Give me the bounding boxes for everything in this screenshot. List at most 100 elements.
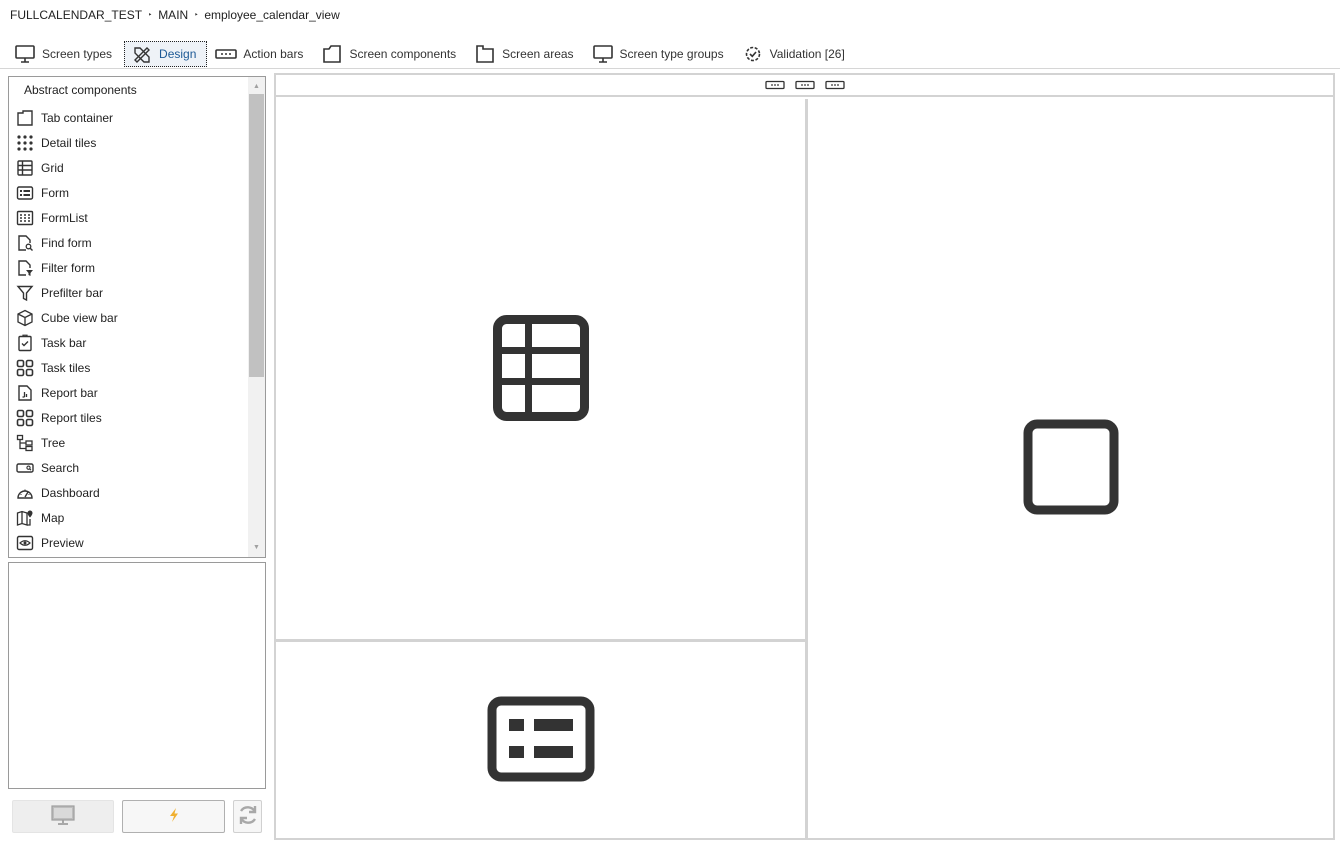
component-item-report-bar[interactable]: Report bar (9, 380, 249, 405)
tab-label: Screen types (42, 47, 113, 61)
preview-screen-button[interactable] (12, 799, 114, 833)
breadcrumb: FULLCALENDAR_TEST ‣ MAIN ‣ employee_cale… (10, 7, 340, 23)
tab-container-icon (16, 109, 34, 127)
tab-validation[interactable]: Validation [26] (736, 41, 855, 67)
component-label: Grid (41, 160, 64, 175)
tab-label: Screen type groups (619, 47, 724, 61)
breadcrumb-item-screen[interactable]: employee_calendar_view (204, 8, 339, 22)
component-label: Find form (41, 235, 92, 250)
validation-gear-icon (742, 44, 764, 64)
tab-label: Validation [26] (769, 47, 845, 61)
tab-bar: Screen types Design Action bars Screen c… (8, 41, 857, 67)
design-canvas (274, 73, 1335, 840)
monitor-icon (592, 44, 614, 64)
component-label: Cube view bar (41, 310, 118, 325)
tab-label: Design (159, 47, 197, 61)
search-box-icon (16, 459, 34, 477)
abstract-components-panel: Abstract components Tab container Detail… (8, 76, 266, 558)
action-bar-strip[interactable] (276, 75, 1333, 97)
component-label: Detail tiles (41, 135, 97, 150)
task-bar-icon (16, 334, 34, 352)
component-item-formlist[interactable]: FormList (9, 205, 249, 230)
tab-label: Screen areas (502, 47, 574, 61)
component-label: Dashboard (41, 485, 100, 500)
empty-area[interactable] (808, 99, 1333, 838)
component-item-filter-form[interactable]: Filter form (9, 255, 249, 280)
design-tools-icon (131, 44, 153, 64)
scroll-up-arrow[interactable]: ▲ (248, 79, 265, 94)
tab-label: Action bars (243, 47, 304, 61)
component-item-grid[interactable]: Grid (9, 155, 249, 180)
component-item-map[interactable]: Map (9, 505, 249, 530)
component-label: FormList (41, 210, 88, 225)
action-bar-icon (215, 44, 238, 64)
tab-screen-type-groups[interactable]: Screen type groups (586, 41, 734, 67)
component-item-detail-tiles[interactable]: Detail tiles (9, 130, 249, 155)
tab-divider (0, 68, 1340, 69)
generate-button[interactable] (122, 799, 225, 833)
breadcrumb-separator: ‣ (148, 12, 153, 19)
breadcrumb-item-project[interactable]: FULLCALENDAR_TEST (10, 8, 142, 22)
tab-screen-areas[interactable]: Screen areas (468, 41, 583, 67)
breadcrumb-item-module[interactable]: MAIN (158, 8, 188, 22)
form-icon (487, 696, 595, 785)
empty-square-icon (1023, 419, 1119, 518)
component-item-report-tiles[interactable]: Report tiles (9, 405, 249, 430)
component-label: Map (41, 510, 65, 525)
component-item-prefilter-bar[interactable]: Prefilter bar (9, 280, 249, 305)
component-label: Search (41, 460, 80, 475)
grid-area[interactable] (276, 99, 805, 639)
scroll-down-arrow[interactable]: ▼ (248, 540, 265, 555)
lightning-icon (167, 807, 181, 826)
component-label: Tree (41, 435, 66, 450)
component-label: Report tiles (41, 410, 102, 425)
map-icon (16, 509, 34, 527)
tab-action-bars[interactable]: Action bars (209, 41, 313, 67)
form-area[interactable] (276, 642, 805, 838)
tab-screen-types[interactable]: Screen types (8, 41, 122, 67)
properties-panel (8, 562, 266, 789)
component-item-tab-container[interactable]: Tab container (9, 105, 249, 130)
component-label: Preview (41, 535, 84, 550)
report-tiles-icon (16, 409, 34, 427)
scroll-thumb[interactable] (249, 94, 264, 377)
cube-icon (16, 309, 34, 327)
component-item-find-form[interactable]: Find form (9, 230, 249, 255)
task-tiles-icon (16, 359, 34, 377)
monitor-icon (50, 804, 76, 829)
breadcrumb-separator: ‣ (194, 12, 199, 19)
form-icon (16, 184, 34, 202)
formlist-icon (16, 209, 34, 227)
component-label: Form (41, 185, 69, 200)
component-item-task-tiles[interactable]: Task tiles (9, 355, 249, 380)
filter-form-icon (16, 259, 34, 277)
component-list-scrollbar[interactable]: ▲ ▼ (248, 77, 265, 557)
refresh-button[interactable] (233, 799, 262, 833)
find-form-icon (16, 234, 34, 252)
monitor-icon (14, 44, 36, 64)
refresh-icon (236, 803, 260, 830)
component-item-form[interactable]: Form (9, 180, 249, 205)
tab-design[interactable]: Design (124, 41, 208, 67)
grid-icon (16, 159, 34, 177)
tree-icon (16, 434, 34, 452)
component-item-task-bar[interactable]: Task bar (9, 330, 249, 355)
detail-tiles-icon (16, 134, 34, 152)
component-item-cube-view-bar[interactable]: Cube view bar (9, 305, 249, 330)
grid-icon (492, 314, 589, 424)
tab-screen-components[interactable]: Screen components (315, 41, 466, 67)
dashboard-icon (16, 484, 34, 502)
component-label: Filter form (41, 260, 95, 275)
action-bar-icon[interactable] (764, 80, 785, 90)
action-bar-icon[interactable] (794, 80, 815, 90)
component-label: Tab container (41, 110, 114, 125)
component-label: Report bar (41, 385, 98, 400)
component-item-search[interactable]: Search (9, 455, 249, 480)
component-item-dashboard[interactable]: Dashboard (9, 480, 249, 505)
component-item-preview[interactable]: Preview (9, 530, 249, 555)
action-bar-icon[interactable] (824, 80, 845, 90)
component-list: Tab container Detail tiles Grid Form For… (9, 105, 249, 555)
screen-component-icon (321, 44, 343, 64)
component-item-tree[interactable]: Tree (9, 430, 249, 455)
panel-title: Abstract components (24, 83, 137, 97)
